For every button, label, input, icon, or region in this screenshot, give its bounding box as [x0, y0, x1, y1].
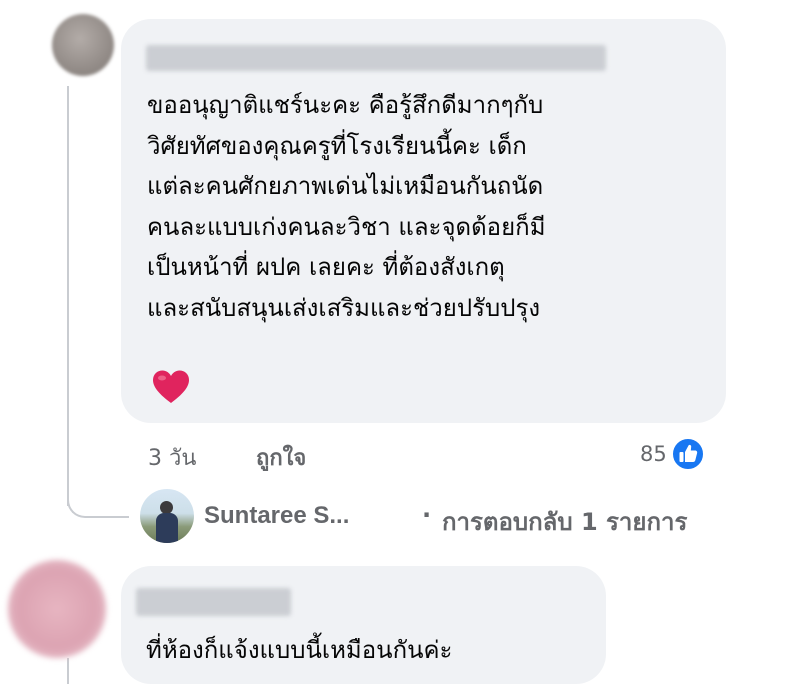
reply-connector — [67, 484, 129, 518]
comment-line: คนละแบบเก่งคนละวิชา และจุดด้อยก็มี — [147, 212, 546, 241]
comment-timestamp[interactable]: 3 วัน — [148, 440, 196, 475]
like-button[interactable]: ถูกใจ — [256, 440, 306, 475]
thread-line — [67, 86, 69, 506]
comment-line: วิศัยทัศของคุณครูที่โรงเรียนนี้คะ เด็ก — [147, 131, 527, 160]
comment-text: ที่ห้องก็แจ้งแบบนี้เหมือนกันค่ะ — [146, 630, 452, 671]
comment-text: ขออนุญาติแชร์นะคะ คือรู้สึกดีมากๆกับ วิศ… — [147, 85, 546, 328]
comment-line: เป็นหน้าที่ ผปค เลยคะ ที่ต้องสังเกตุ — [147, 253, 505, 281]
reaction-count: 85 — [640, 442, 667, 466]
separator-dot: · — [422, 501, 432, 529]
heart-emoji-icon — [153, 370, 189, 403]
comment-bubble: ที่ห้องก็แจ้งแบบนี้เหมือนกันค่ะ — [121, 566, 606, 684]
comment-line: ที่ห้องก็แจ้งแบบนี้เหมือนกันค่ะ — [146, 636, 453, 664]
blurred-author-name[interactable] — [146, 45, 606, 71]
comment-bubble: ขออนุญาติแชร์นะคะ คือรู้สึกดีมากๆกับ วิศ… — [121, 19, 726, 423]
comment-line: ขออนุญาติแชร์นะคะ คือรู้สึกดีมากๆกับ — [147, 91, 544, 119]
comments-page: ขออนุญาติแชร์นะคะ คือรู้สึกดีมากๆกับ วิศ… — [0, 0, 800, 684]
reply-author-avatar[interactable] — [140, 489, 194, 543]
reaction-summary[interactable]: 85 — [640, 436, 705, 472]
commenter-avatar[interactable] — [52, 14, 114, 76]
reply-author-name[interactable]: Suntaree S... — [204, 502, 349, 530]
commenter-avatar[interactable] — [8, 560, 106, 658]
comment-line: แต่ละคนศักยภาพเด่นไม่เหมือนกันถนัด — [147, 172, 544, 200]
thread-line-lower — [67, 658, 69, 684]
thumbs-up-icon — [670, 437, 705, 471]
view-replies-link[interactable]: การตอบกลับ 1 รายการ — [442, 502, 687, 541]
blurred-author-name[interactable] — [136, 588, 291, 616]
comment-line: และสนับสนุนเส่งเสริมและช่วยปรับปรุง — [147, 293, 541, 322]
